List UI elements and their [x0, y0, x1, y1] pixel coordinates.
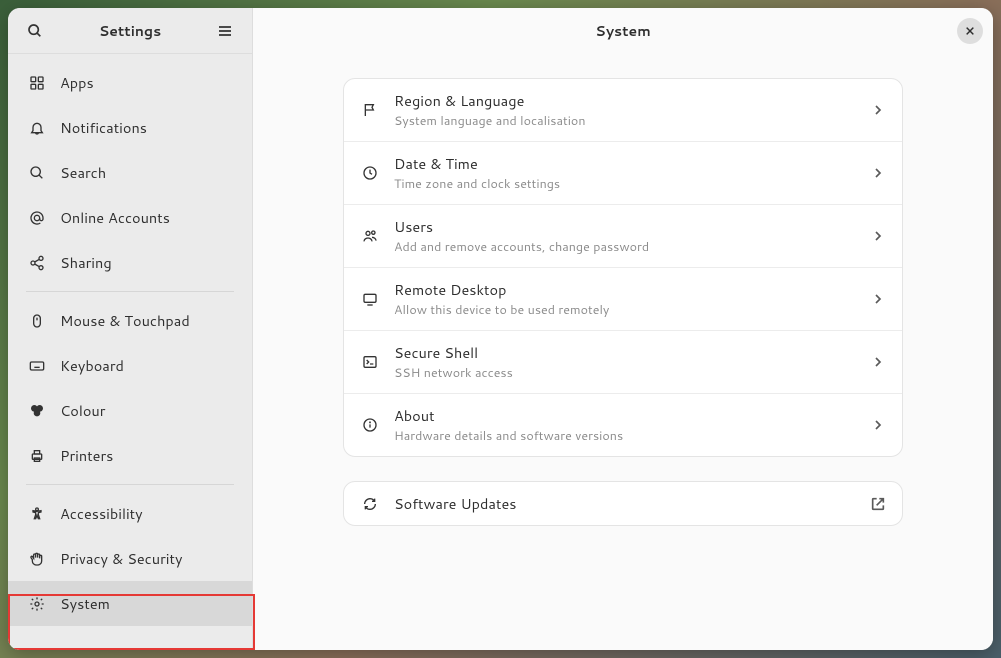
hand-icon: [28, 550, 46, 568]
system-panel-list: Region & LanguageSystem language and loc…: [343, 78, 903, 457]
sidebar-divider: [26, 291, 234, 292]
sidebar-item-label: Accessibility: [60, 503, 143, 524]
main-header: System: [253, 8, 993, 54]
bell-icon: [28, 119, 46, 137]
clock-icon: [360, 163, 380, 183]
panel-subtitle: Allow this device to be used remotely: [394, 301, 856, 319]
close-button[interactable]: [957, 18, 983, 44]
chevron-right-icon: [870, 417, 886, 433]
sidebar-item-privacy[interactable]: Privacy & Security: [8, 536, 252, 581]
panel-item-about[interactable]: AboutHardware details and software versi…: [344, 394, 902, 456]
page-title: System: [595, 21, 650, 41]
sidebar-item-accessibility[interactable]: Accessibility: [8, 491, 252, 536]
panel-text: Date & TimeTime zone and clock settings: [394, 153, 856, 193]
sidebar-title: Settings: [50, 21, 210, 41]
sidebar-header: Settings: [8, 8, 252, 54]
sidebar-divider: [26, 484, 234, 485]
keyboard-icon: [28, 357, 46, 375]
gear-icon: [28, 595, 46, 613]
chevron-right-icon: [870, 291, 886, 307]
panel-item-updates[interactable]: Software Updates: [344, 482, 902, 525]
apps-icon: [28, 74, 46, 92]
sidebar-item-online-accounts[interactable]: Online Accounts: [8, 195, 252, 240]
panel-text: Region & LanguageSystem language and loc…: [394, 90, 856, 130]
info-icon: [360, 415, 380, 435]
accessibility-icon: [28, 505, 46, 523]
panel-text: AboutHardware details and software versi…: [394, 405, 856, 445]
sidebar-item-label: Online Accounts: [60, 207, 170, 228]
palette-icon: [28, 402, 46, 420]
panel-subtitle: Time zone and clock settings: [394, 175, 856, 193]
panel-text: Secure ShellSSH network access: [394, 342, 856, 382]
sidebar-menu-button[interactable]: [210, 16, 240, 46]
sidebar-item-search[interactable]: Search: [8, 150, 252, 195]
sidebar-item-label: Notifications: [60, 117, 147, 138]
settings-window: Settings Apps Notifications Search Online A…: [8, 8, 993, 650]
panel-subtitle: SSH network access: [394, 364, 856, 382]
panel-title: About: [394, 405, 856, 426]
panel-item-remote[interactable]: Remote DesktopAllow this device to be us…: [344, 268, 902, 331]
mouse-icon: [28, 312, 46, 330]
screen-icon: [360, 289, 380, 309]
search-icon: [28, 164, 46, 182]
sidebar-item-label: Privacy & Security: [60, 548, 182, 569]
panel-item-datetime[interactable]: Date & TimeTime zone and clock settings: [344, 142, 902, 205]
panel-title: Software Updates: [394, 493, 856, 514]
external-link-icon: [870, 496, 886, 512]
chevron-right-icon: [870, 228, 886, 244]
hamburger-icon: [217, 23, 233, 39]
sidebar-search-button[interactable]: [20, 16, 50, 46]
sidebar-item-label: Colour: [60, 400, 105, 421]
sidebar-item-label: Mouse & Touchpad: [60, 310, 190, 331]
sidebar-item-colour[interactable]: Colour: [8, 388, 252, 433]
panel-title: Users: [394, 216, 856, 237]
chevron-right-icon: [870, 165, 886, 181]
sidebar-list: Apps Notifications Search Online Accounts Sh…: [8, 54, 252, 650]
sidebar-item-label: Search: [60, 162, 106, 183]
secondary-panel-list: Software Updates: [343, 481, 903, 526]
panel-subtitle: Hardware details and software versions: [394, 427, 856, 445]
panel-title: Remote Desktop: [394, 279, 856, 300]
panel-title: Region & Language: [394, 90, 856, 111]
panel-subtitle: Add and remove accounts, change password: [394, 238, 856, 256]
main-content: Region & LanguageSystem language and loc…: [253, 54, 993, 650]
share-icon: [28, 254, 46, 272]
main-panel: System Region & LanguageSystem language …: [253, 8, 993, 650]
sidebar-item-sharing[interactable]: Sharing: [8, 240, 252, 285]
sidebar-item-label: Sharing: [60, 252, 112, 273]
sidebar-item-label: System: [60, 593, 110, 614]
panel-title: Secure Shell: [394, 342, 856, 363]
search-icon: [27, 23, 43, 39]
at-icon: [28, 209, 46, 227]
sidebar-item-mouse[interactable]: Mouse & Touchpad: [8, 298, 252, 343]
panel-text: UsersAdd and remove accounts, change pas…: [394, 216, 856, 256]
terminal-icon: [360, 352, 380, 372]
printer-icon: [28, 447, 46, 465]
sidebar: Settings Apps Notifications Search Online A…: [8, 8, 253, 650]
sidebar-item-system[interactable]: System: [8, 581, 252, 626]
sidebar-item-label: Keyboard: [60, 355, 124, 376]
panel-text: Remote DesktopAllow this device to be us…: [394, 279, 856, 319]
refresh-icon: [360, 494, 380, 514]
sidebar-item-label: Printers: [60, 445, 113, 466]
users-icon: [360, 226, 380, 246]
sidebar-item-keyboard[interactable]: Keyboard: [8, 343, 252, 388]
panel-item-ssh[interactable]: Secure ShellSSH network access: [344, 331, 902, 394]
chevron-right-icon: [870, 102, 886, 118]
sidebar-item-label: Apps: [60, 72, 94, 93]
panel-title: Date & Time: [394, 153, 856, 174]
close-icon: [965, 26, 975, 36]
chevron-right-icon: [870, 354, 886, 370]
sidebar-item-printers[interactable]: Printers: [8, 433, 252, 478]
sidebar-item-apps[interactable]: Apps: [8, 60, 252, 105]
panel-item-users[interactable]: UsersAdd and remove accounts, change pas…: [344, 205, 902, 268]
panel-subtitle: System language and localisation: [394, 112, 856, 130]
flag-icon: [360, 100, 380, 120]
sidebar-item-notifications[interactable]: Notifications: [8, 105, 252, 150]
panel-item-region[interactable]: Region & LanguageSystem language and loc…: [344, 79, 902, 142]
